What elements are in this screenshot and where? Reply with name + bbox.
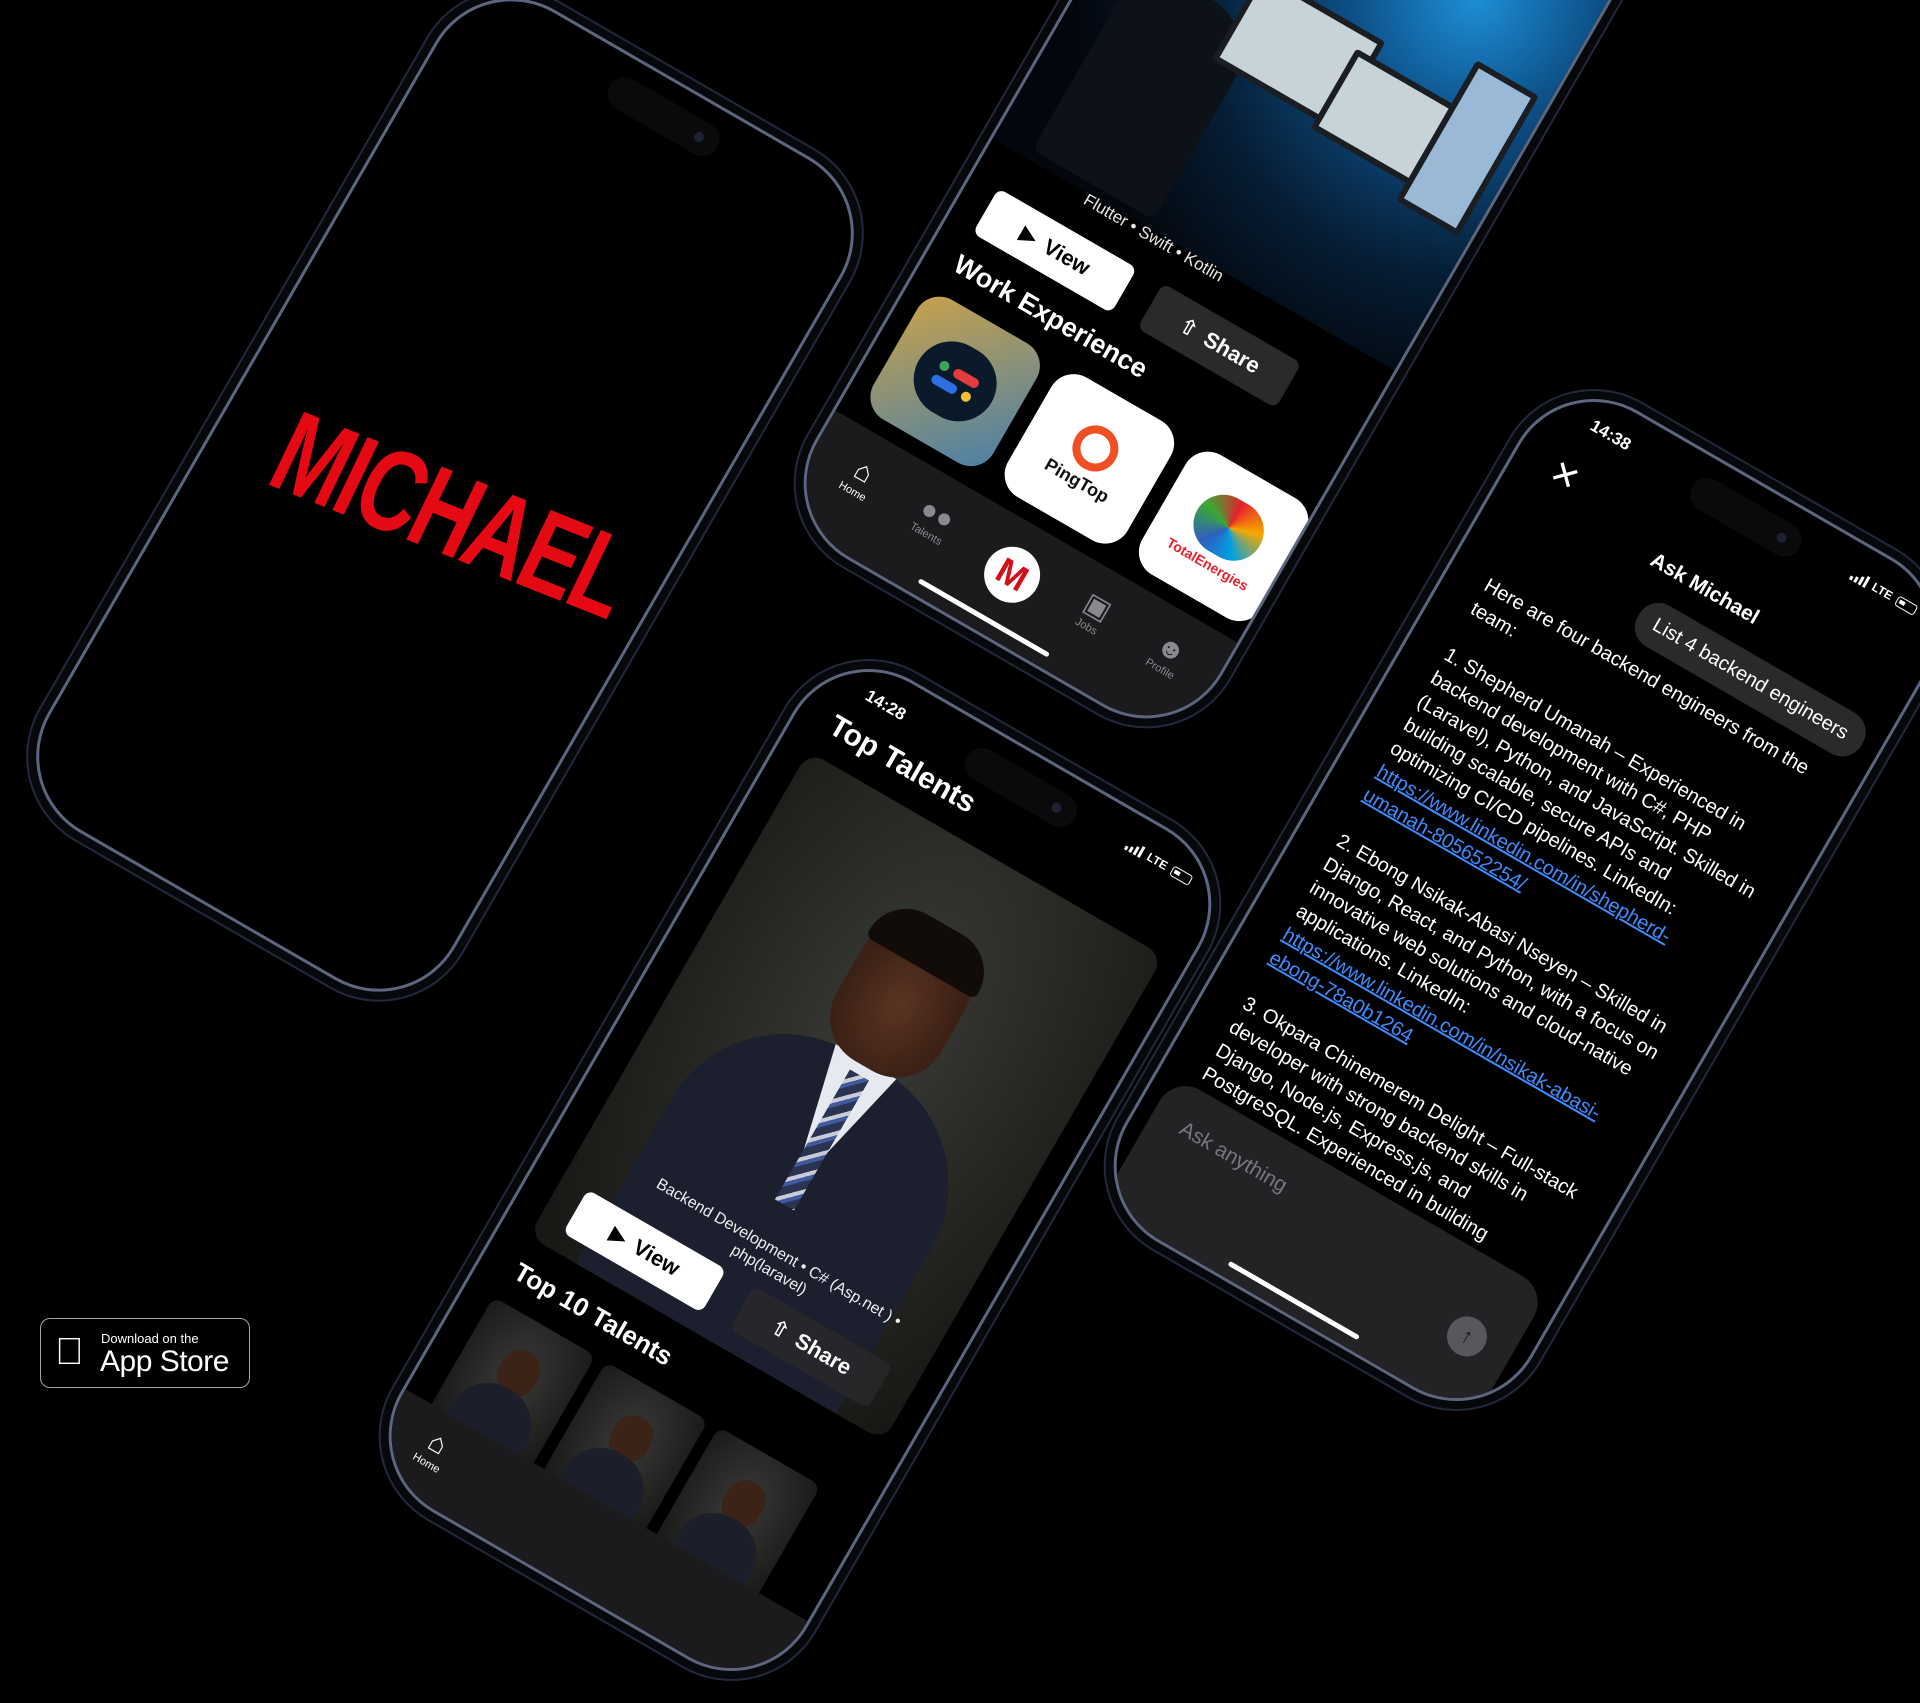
tab-home[interactable]: ⌂ Home xyxy=(393,1414,475,1486)
company-name: op xyxy=(1308,578,1341,610)
signal-icon xyxy=(1124,839,1146,859)
network-label: LTE xyxy=(1869,579,1896,603)
battery-icon xyxy=(1894,594,1919,616)
play-icon: ▶ xyxy=(605,1220,633,1251)
tab-home[interactable]: ⌂ Home xyxy=(819,442,901,514)
status-time: 14:38 xyxy=(1587,415,1635,455)
chat-bubble-logo-icon xyxy=(899,327,1011,436)
share-icon: ⇧ xyxy=(766,1313,795,1345)
arrow-up-icon: ↑ xyxy=(1456,1322,1479,1350)
tab-jobs[interactable]: ▣ Jobs xyxy=(1053,577,1135,649)
app-store-badge[interactable]:  Download on the App Store xyxy=(40,1318,250,1388)
play-icon: ▶ xyxy=(1015,220,1043,251)
tab-talents[interactable]: ●● Talents xyxy=(893,485,975,557)
network-label: LTE xyxy=(1144,849,1171,873)
status-time: 14:28 xyxy=(862,685,910,725)
center-m-button[interactable]: M xyxy=(973,536,1051,614)
battery-icon xyxy=(1169,864,1194,886)
dynamic-island xyxy=(601,70,726,163)
send-button[interactable]: ↑ xyxy=(1439,1309,1495,1364)
michael-logo: MICHAEL xyxy=(252,387,653,643)
signal-icon xyxy=(1849,569,1871,589)
share-icon: ⇧ xyxy=(1174,312,1204,343)
hero-image xyxy=(992,0,1675,371)
apple-icon:  xyxy=(55,1333,84,1371)
tab-profile[interactable]: ☻ Profile xyxy=(1126,620,1208,692)
